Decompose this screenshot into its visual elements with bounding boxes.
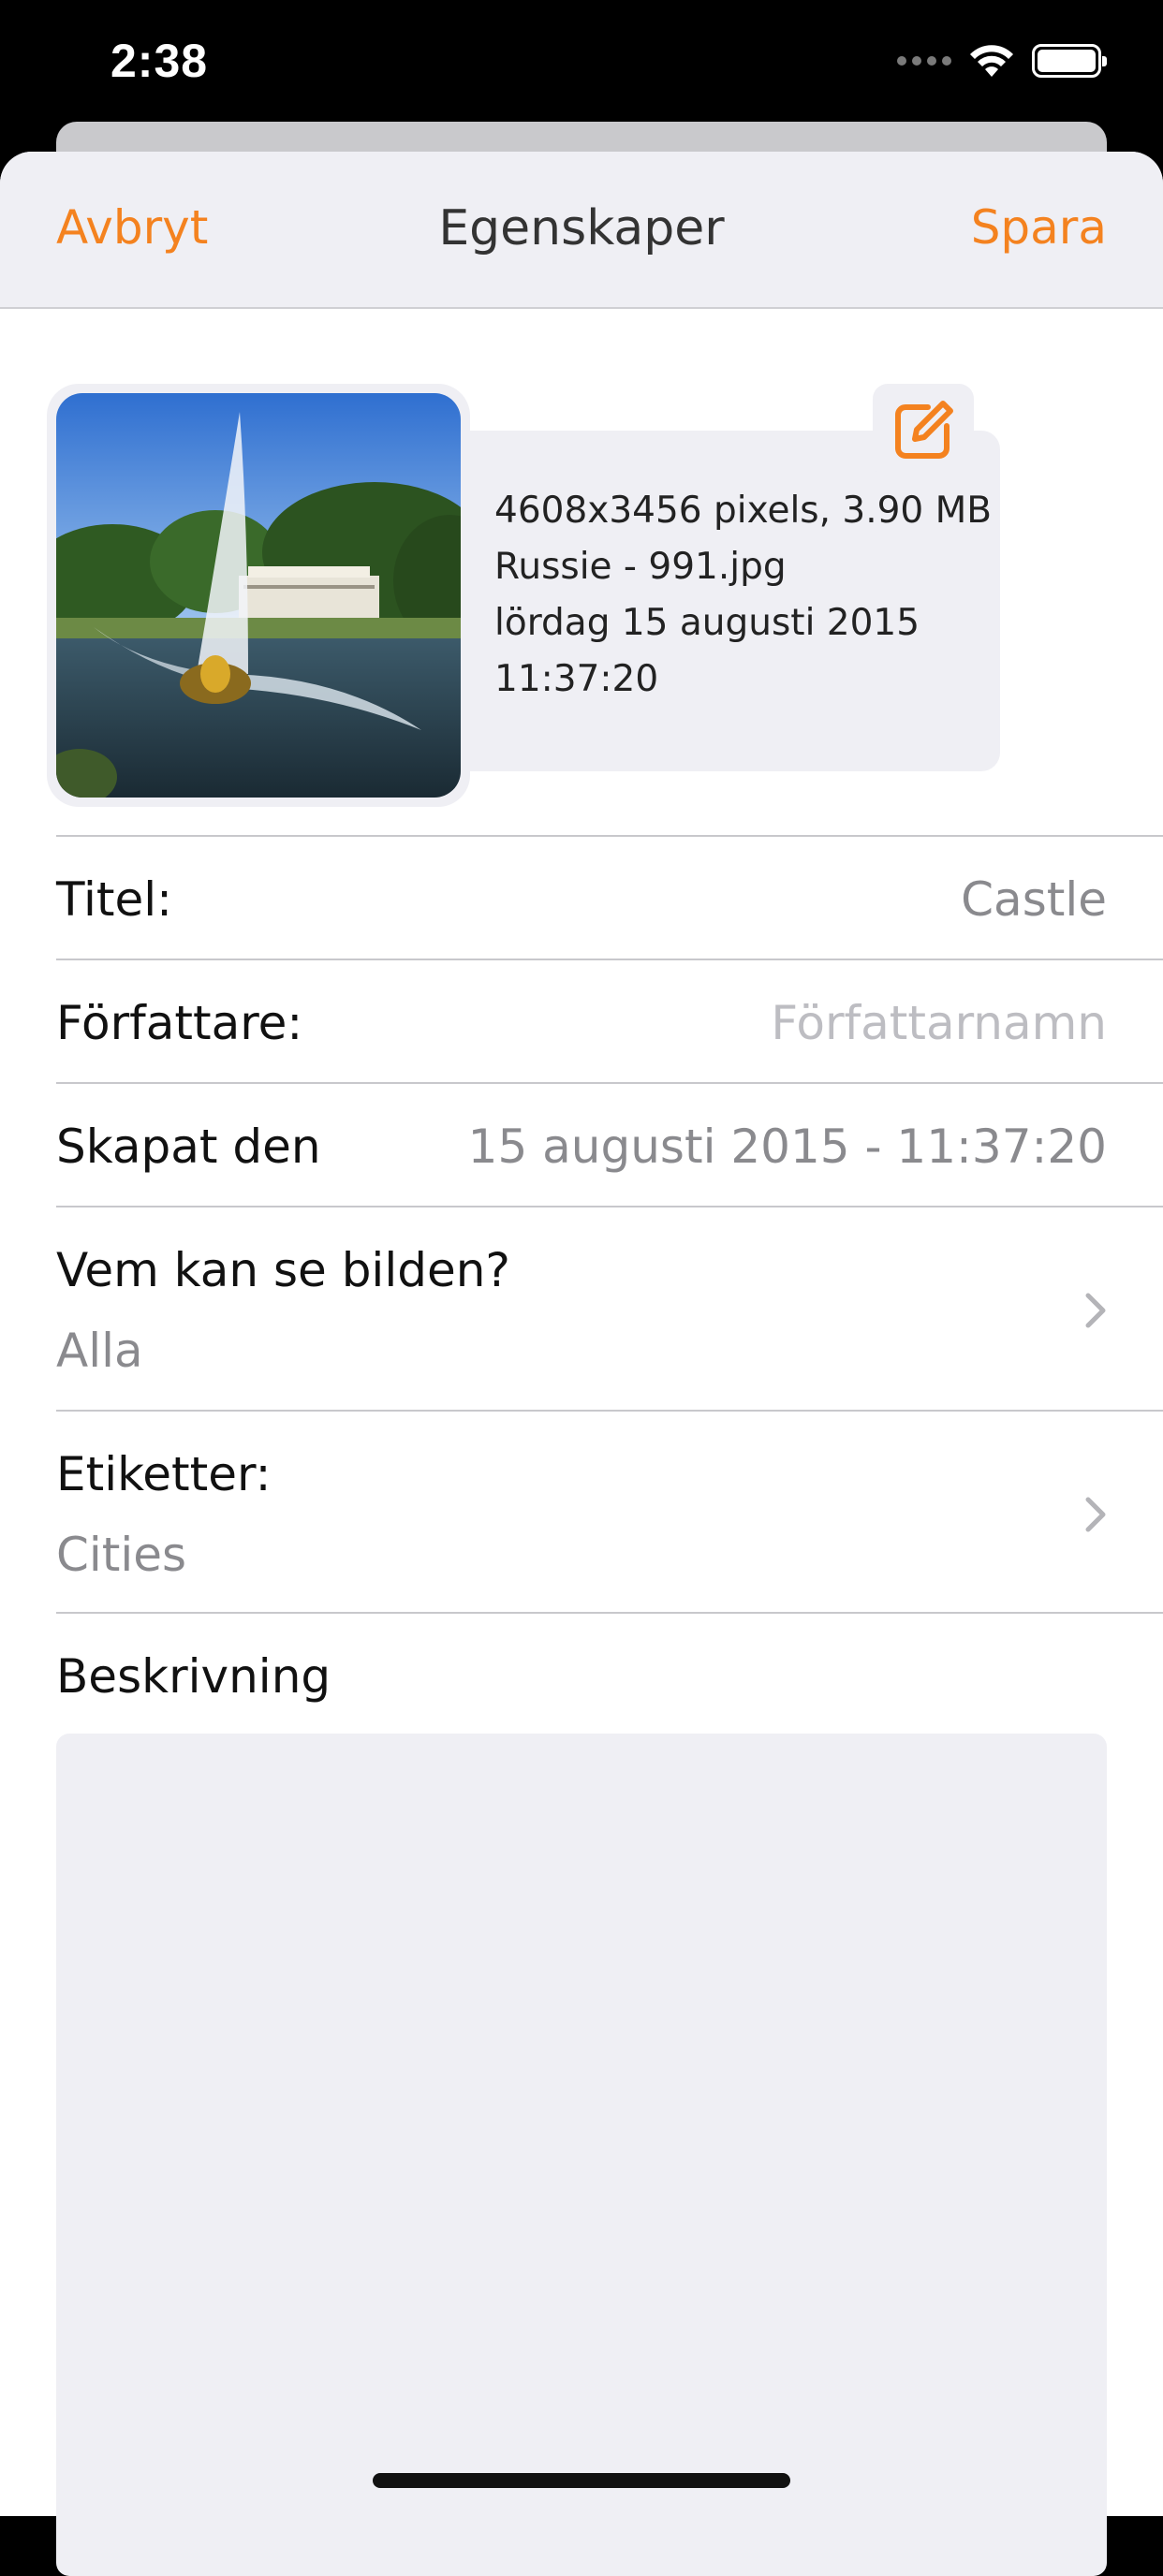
tags-label: Etiketter: (56, 1447, 272, 1501)
created-date-value[interactable]: 15 augusti 2015 - 11:37:20 (468, 1120, 1107, 1174)
title-field[interactable]: Castle (961, 872, 1107, 927)
visibility-row[interactable]: Vem kan se bilden? Alla (56, 1206, 1163, 1410)
wifi-icon (970, 45, 1013, 77)
author-field[interactable]: Författarnamn (771, 996, 1107, 1050)
chevron-right-icon (1085, 1497, 1106, 1532)
cellular-signal-icon (897, 56, 951, 66)
created-date-label: Skapat den (56, 1120, 321, 1174)
description-textarea[interactable] (56, 1734, 1107, 2576)
image-dimensions-size: 4608x3456 pixels, 3.90 MB (494, 490, 993, 532)
edit-square-icon (895, 401, 953, 459)
image-filename: Russie - 991.jpg (494, 546, 787, 588)
image-time: 11:37:20 (494, 658, 659, 700)
visibility-label: Vem kan se bilden? (56, 1243, 510, 1297)
status-bar: 2:38 (0, 0, 1163, 124)
image-metadata: 4608x3456 pixels, 3.90 MB Russie - 991.j… (494, 483, 992, 708)
status-time: 2:38 (110, 35, 209, 87)
home-indicator[interactable] (373, 2473, 790, 2488)
author-label: Författare: (56, 996, 303, 1050)
created-date-row[interactable]: Skapat den 15 augusti 2015 - 11:37:20 (56, 1082, 1163, 1206)
description-label: Beskrivning (56, 1649, 331, 1704)
visibility-value: Alla (56, 1324, 143, 1378)
tags-value: Cities (56, 1528, 187, 1582)
tags-row[interactable]: Etiketter: Cities (56, 1410, 1163, 1614)
edit-image-button[interactable] (873, 384, 974, 477)
save-button[interactable]: Spara (971, 200, 1107, 255)
image-date: lördag 15 augusti 2015 (494, 602, 920, 644)
chevron-right-icon (1085, 1293, 1106, 1328)
image-info-area: 4608x3456 pixels, 3.90 MB Russie - 991.j… (0, 309, 1163, 835)
title-row[interactable]: Titel: Castle (56, 835, 1163, 959)
photo-thumbnail[interactable] (56, 393, 461, 798)
navigation-bar: Avbryt Egenskaper Spara (0, 152, 1163, 309)
author-row[interactable]: Författare: Författarnamn (56, 959, 1163, 1082)
title-label: Titel: (56, 872, 172, 927)
battery-icon (1032, 44, 1107, 78)
properties-list: Titel: Castle Författare: Författarnamn … (0, 835, 1163, 1614)
photo-thumbnail-frame[interactable] (47, 384, 470, 807)
status-icons (897, 43, 1107, 79)
